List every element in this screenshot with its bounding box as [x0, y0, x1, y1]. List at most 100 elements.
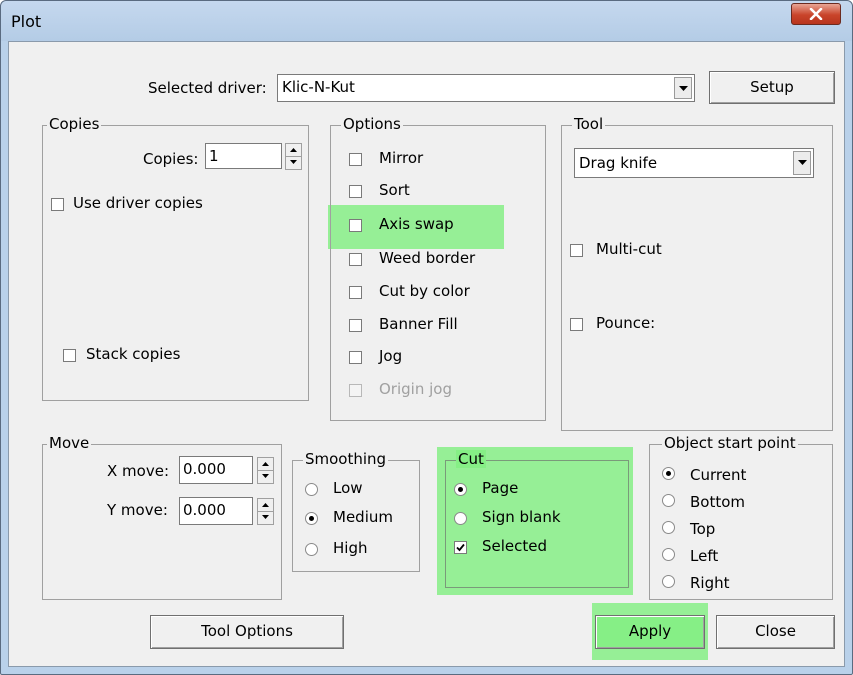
- smoothing-group-title: Smoothing: [303, 450, 389, 468]
- y-move-value: 0.000: [183, 501, 226, 519]
- y-move-label: Y move:: [107, 501, 168, 519]
- smoothing-high-radio[interactable]: [305, 543, 318, 556]
- arrow-down-icon: [262, 514, 269, 519]
- start-top-label: Top: [690, 520, 716, 538]
- driver-dropdown-button[interactable]: [674, 77, 692, 99]
- selected-driver-label: Selected driver:: [148, 79, 267, 97]
- x-move-input[interactable]: 0.000: [179, 456, 253, 484]
- smoothing-medium-radio[interactable]: [305, 512, 318, 525]
- options-group: Options Mirror Sort Axis swap Weed borde…: [330, 115, 546, 421]
- cut-sign-blank-radio[interactable]: [454, 512, 467, 525]
- axis-swap-label: Axis swap: [379, 215, 454, 233]
- start-bottom-radio[interactable]: [662, 494, 675, 507]
- close-label: Close: [755, 622, 796, 640]
- window-close-button[interactable]: [791, 3, 841, 25]
- weed-border-label: Weed border: [379, 249, 476, 267]
- use-driver-copies-label: Use driver copies: [73, 194, 203, 212]
- pounce-label: Pounce:: [596, 314, 656, 332]
- x-move-value: 0.000: [183, 460, 226, 478]
- stack-copies-checkbox[interactable]: [63, 349, 76, 362]
- tool-options-label: Tool Options: [201, 622, 293, 640]
- options-group-title: Options: [341, 115, 403, 133]
- smoothing-low-label: Low: [333, 479, 363, 497]
- smoothing-medium-label: Medium: [333, 508, 393, 526]
- checkmark-icon: [456, 543, 465, 552]
- tool-value: Drag knife: [579, 154, 658, 172]
- use-driver-copies-checkbox[interactable]: [51, 198, 64, 211]
- start-bottom-label: Bottom: [690, 493, 746, 511]
- object-start-point-group-title: Object start point: [662, 434, 798, 452]
- cut-sign-blank-label: Sign blank: [482, 508, 561, 526]
- pounce-checkbox[interactable]: [570, 318, 583, 331]
- smoothing-group: Smoothing Low Medium High: [292, 450, 420, 572]
- mirror-checkbox[interactable]: [349, 153, 362, 166]
- spin-down-button[interactable]: [258, 512, 273, 525]
- copies-input[interactable]: 1: [205, 143, 282, 169]
- dialog-client-area: Selected driver: Klic-N-Kut Setup Copies…: [8, 41, 845, 667]
- cut-selected-checkbox[interactable]: [454, 541, 467, 554]
- mirror-label: Mirror: [379, 149, 424, 167]
- y-move-input[interactable]: 0.000: [179, 497, 253, 525]
- x-move-spinner[interactable]: [257, 457, 274, 484]
- multi-cut-checkbox[interactable]: [570, 244, 583, 257]
- start-right-radio[interactable]: [662, 575, 675, 588]
- banner-fill-label: Banner Fill: [379, 315, 458, 333]
- x-move-label: X move:: [107, 462, 169, 480]
- spin-down-button[interactable]: [286, 157, 301, 170]
- arrow-up-icon: [262, 462, 269, 466]
- start-right-label: Right: [690, 574, 730, 592]
- driver-combobox[interactable]: Klic-N-Kut: [277, 74, 695, 102]
- spin-up-button[interactable]: [286, 144, 301, 157]
- cut-page-label: Page: [482, 479, 519, 497]
- radio-selected-dot: [309, 516, 314, 521]
- tool-combobox[interactable]: Drag knife: [574, 148, 814, 178]
- jog-checkbox[interactable]: [349, 351, 362, 364]
- object-start-point-group: Object start point Current Bottom Top Le…: [649, 434, 833, 600]
- plot-dialog: Plot Selected driver: Klic-N-Kut Setup C…: [0, 0, 853, 675]
- apply-button[interactable]: Apply: [595, 615, 705, 649]
- setup-button[interactable]: Setup: [709, 71, 835, 104]
- spin-down-button[interactable]: [258, 471, 273, 484]
- tool-group-title: Tool: [572, 115, 606, 133]
- spin-up-button[interactable]: [258, 458, 273, 471]
- cut-group-title: Cut: [456, 450, 486, 468]
- start-top-radio[interactable]: [662, 521, 675, 534]
- start-current-radio[interactable]: [662, 467, 675, 480]
- copies-spinner[interactable]: [285, 143, 302, 170]
- stack-copies-label: Stack copies: [86, 345, 181, 363]
- driver-value: Klic-N-Kut: [282, 78, 355, 96]
- arrow-up-icon: [262, 503, 269, 507]
- close-icon: [809, 8, 823, 20]
- start-left-radio[interactable]: [662, 548, 675, 561]
- sort-checkbox[interactable]: [349, 185, 362, 198]
- window-title: Plot: [11, 12, 42, 31]
- title-bar: Plot: [1, 1, 852, 41]
- chevron-down-icon: [798, 160, 807, 165]
- cut-by-color-checkbox[interactable]: [349, 286, 362, 299]
- move-group-title: Move: [47, 434, 92, 452]
- axis-swap-checkbox[interactable]: [349, 219, 362, 232]
- arrow-up-icon: [290, 148, 297, 152]
- copies-value: 1: [209, 147, 219, 165]
- arrow-down-icon: [262, 473, 269, 478]
- copies-group: Copies Copies: 1 Use driver copies Stack…: [42, 115, 309, 401]
- jog-label: Jog: [379, 347, 403, 365]
- sort-label: Sort: [379, 181, 410, 199]
- smoothing-high-label: High: [333, 539, 368, 557]
- tool-group: Tool Drag knife Multi-cut Pounce:: [561, 115, 833, 431]
- banner-fill-checkbox[interactable]: [349, 319, 362, 332]
- spin-up-button[interactable]: [258, 499, 273, 512]
- cut-page-radio[interactable]: [454, 483, 467, 496]
- tool-dropdown-button[interactable]: [793, 151, 811, 175]
- close-button[interactable]: Close: [716, 615, 835, 649]
- copies-group-title: Copies: [47, 115, 102, 133]
- y-move-spinner[interactable]: [257, 498, 274, 525]
- setup-label: Setup: [750, 78, 794, 96]
- multi-cut-label: Multi-cut: [596, 240, 662, 258]
- smoothing-low-radio[interactable]: [305, 483, 318, 496]
- cut-selected-label: Selected: [482, 537, 548, 555]
- weed-border-checkbox[interactable]: [349, 253, 362, 266]
- tool-options-button[interactable]: Tool Options: [150, 615, 344, 649]
- chevron-down-icon: [679, 86, 688, 91]
- start-left-label: Left: [690, 547, 719, 565]
